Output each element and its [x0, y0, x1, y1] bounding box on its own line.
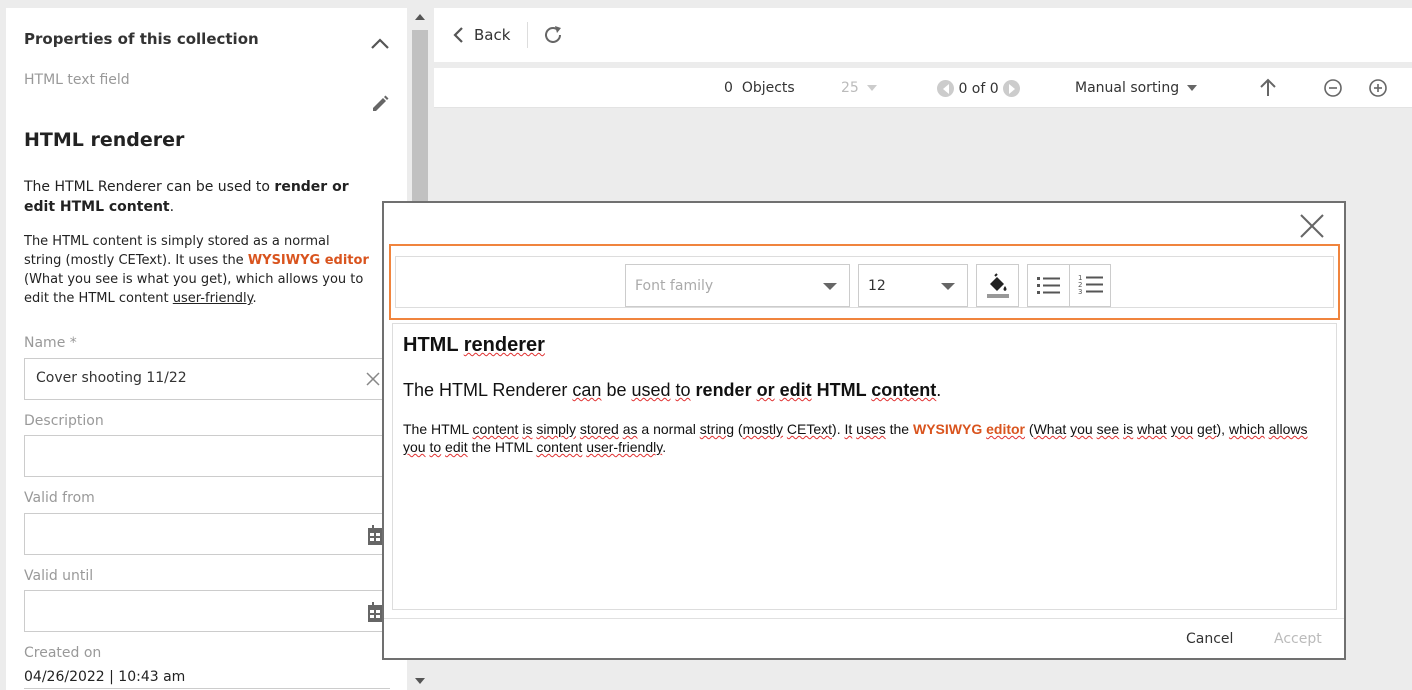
pencil-icon[interactable]: [370, 94, 390, 114]
html-editor-dialog: Font family 12 1 2 3 HTML renderer The H…: [382, 201, 1346, 660]
accept-button[interactable]: Accept: [1274, 631, 1322, 647]
page-size-select[interactable]: 25: [841, 80, 877, 96]
scroll-down-arrow-icon[interactable]: [415, 678, 425, 684]
description-field[interactable]: [24, 435, 390, 477]
toolbar-highlight: Font family 12 1 2 3: [389, 244, 1340, 320]
valid-until-field[interactable]: [24, 590, 390, 632]
name-field[interactable]: Cover shooting 11/22: [24, 358, 390, 400]
created-on-label: Created on: [24, 645, 102, 661]
chevron-down-icon: [866, 85, 877, 91]
html-editor-content[interactable]: HTML renderer The HTML Renderer can be u…: [392, 323, 1337, 610]
valid-until-label: Valid until: [24, 568, 94, 584]
created-on-value: 04/26/2022 | 10:43 am: [24, 669, 186, 685]
clear-icon[interactable]: [365, 371, 381, 387]
close-icon[interactable]: [1299, 213, 1325, 239]
panel-title: Properties of this collection: [24, 30, 259, 48]
preview-paragraph-2: The HTML content is simply stored as a n…: [24, 234, 369, 306]
wysiwyg-link[interactable]: WYSIWYG editor: [248, 253, 369, 268]
font-family-select[interactable]: Font family: [625, 264, 850, 307]
editor-heading: HTML renderer: [403, 334, 545, 356]
name-label: Name *: [24, 335, 77, 351]
scroll-up-arrow-icon[interactable]: [415, 14, 425, 20]
divider: [527, 22, 528, 48]
valid-from-field[interactable]: [24, 513, 390, 555]
chevron-down-icon: [823, 283, 837, 290]
name-value: Cover shooting 11/22: [36, 370, 187, 386]
scrollbar-thumb[interactable]: [412, 30, 428, 220]
paint-bucket-icon: [987, 273, 1009, 298]
back-label: Back: [474, 26, 511, 44]
fill-color-button[interactable]: [976, 264, 1019, 307]
field-type-label: HTML text field: [24, 72, 130, 88]
numbered-list-icon[interactable]: 1 2 3: [1078, 273, 1104, 299]
editor-paragraph-1: The HTML Renderer can be used to render …: [403, 380, 942, 400]
preview-heading: HTML renderer: [24, 129, 185, 151]
editor-toolbar: Font family 12 1 2 3: [395, 256, 1334, 308]
font-size-select[interactable]: 12: [858, 264, 968, 307]
prev-page-icon[interactable]: [937, 80, 954, 97]
objects-count: 0 Objects: [724, 80, 795, 96]
next-page-icon[interactable]: [1003, 80, 1021, 97]
divider: [1069, 265, 1070, 306]
arrow-up-icon[interactable]: [1258, 78, 1278, 98]
description-label: Description: [24, 413, 104, 429]
pagination: 0 of 0: [937, 80, 1021, 97]
divider: [24, 688, 390, 689]
dialog-footer-divider: [384, 618, 1344, 619]
valid-from-label: Valid from: [24, 490, 95, 506]
properties-panel: Properties of this collection HTML text …: [6, 8, 407, 690]
bullet-list-icon[interactable]: [1037, 275, 1061, 297]
chevron-up-icon[interactable]: [370, 36, 390, 50]
svg-text:3: 3: [1078, 288, 1082, 296]
chevron-down-icon: [1187, 85, 1198, 91]
chevron-left-icon: [453, 27, 463, 43]
list-buttons-group: 1 2 3: [1027, 264, 1111, 307]
editor-paragraph-2: The HTML content is simply stored as a n…: [403, 421, 1308, 455]
zoom-out-icon[interactable]: [1323, 78, 1343, 98]
chevron-down-icon: [941, 283, 955, 290]
cancel-button[interactable]: Cancel: [1186, 631, 1233, 647]
back-button[interactable]: Back: [452, 22, 510, 48]
paging-text: 0 of 0: [958, 80, 999, 97]
preview-paragraph-1: The HTML Renderer can be used to render …: [24, 179, 349, 215]
top-toolbar: Back: [434, 8, 1412, 62]
refresh-icon[interactable]: [542, 24, 564, 46]
zoom-in-icon[interactable]: [1368, 78, 1388, 98]
sorting-select[interactable]: Manual sorting: [1075, 80, 1198, 96]
list-toolbar: 0 Objects 25 0 of 0 Manual sorting: [434, 68, 1412, 108]
